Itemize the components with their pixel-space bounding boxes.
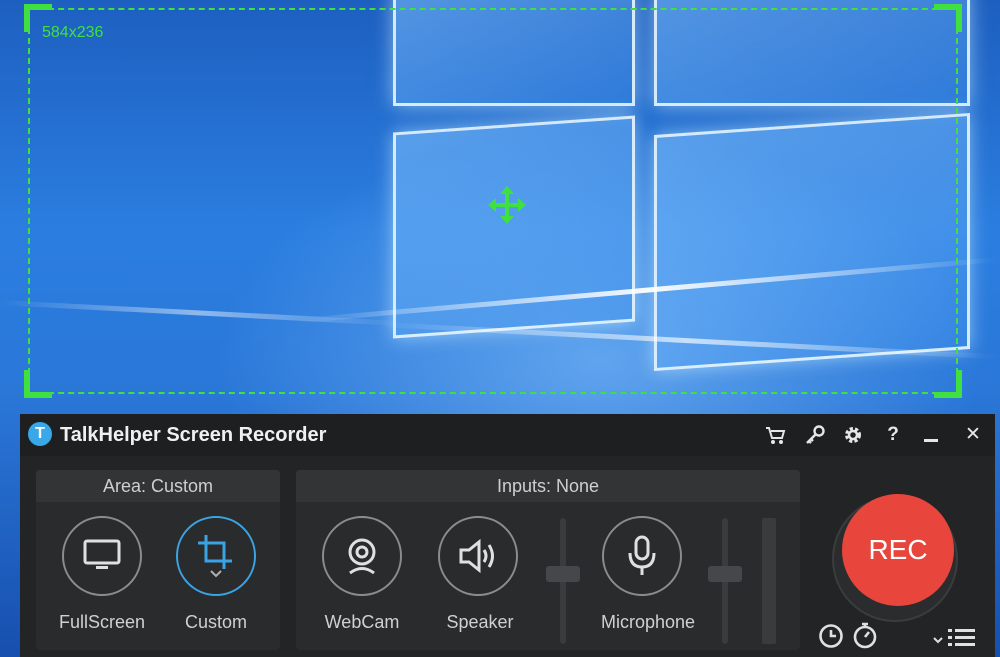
audio-level-meter <box>762 518 776 644</box>
area-header: Area: Custom <box>36 470 280 502</box>
microphone-icon <box>628 535 656 575</box>
webcam-button[interactable] <box>322 516 402 596</box>
minimize-icon[interactable] <box>920 424 942 446</box>
microphone-label: Microphone <box>600 612 696 632</box>
microphone-volume-slider[interactable] <box>708 566 742 582</box>
inputs-header: Inputs: None <box>296 470 800 502</box>
close-icon[interactable]: ✕ <box>962 424 984 446</box>
microphone-button[interactable] <box>602 516 682 596</box>
speaker-icon <box>459 538 494 574</box>
title-bar: T TalkHelper Screen Recorder ? ✕ <box>20 414 995 456</box>
gear-icon[interactable] <box>842 424 864 446</box>
webcam-icon <box>348 538 376 575</box>
help-icon[interactable]: ? <box>882 424 904 446</box>
custom-button[interactable] <box>176 516 256 596</box>
speaker-volume-slider[interactable] <box>546 566 580 582</box>
resize-handle-top-right[interactable] <box>934 4 962 32</box>
schedule-icon[interactable] <box>818 623 844 649</box>
key-icon[interactable] <box>804 424 826 446</box>
timer-icon[interactable] <box>852 621 878 649</box>
app-logo: T <box>28 422 52 446</box>
crop-icon <box>198 535 232 578</box>
move-icon[interactable] <box>488 186 526 224</box>
resize-handle-bottom-right[interactable] <box>934 370 962 398</box>
recorder-window: T TalkHelper Screen Recorder ? ✕ Area: C… <box>20 414 995 657</box>
resize-handle-bottom-left[interactable] <box>24 370 52 398</box>
cart-icon[interactable] <box>765 424 787 446</box>
speaker-label: Speaker <box>446 612 514 632</box>
monitor-icon <box>83 539 121 569</box>
speaker-button[interactable] <box>438 516 518 596</box>
recordings-list-icon[interactable] <box>932 626 976 650</box>
webcam-label: WebCam <box>324 612 400 632</box>
capture-dimensions: 584x236 <box>42 24 104 41</box>
fullscreen-button[interactable] <box>62 516 142 596</box>
fullscreen-label: FullScreen <box>58 612 146 632</box>
app-title: TalkHelper Screen Recorder <box>60 424 327 446</box>
record-button[interactable]: REC <box>842 494 954 606</box>
custom-label: Custom <box>184 612 247 632</box>
